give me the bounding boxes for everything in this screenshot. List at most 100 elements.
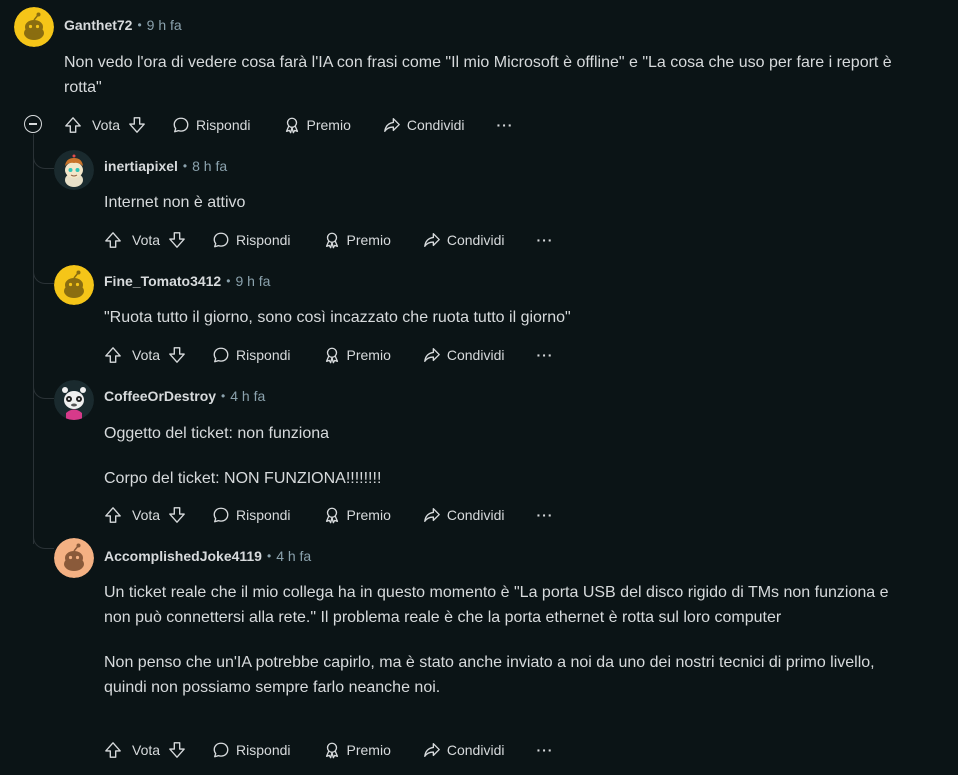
avatar[interactable] [54,380,94,420]
downvote-button[interactable] [168,346,186,364]
author-name[interactable]: AccomplishedJoke4119 [104,548,262,564]
award-label: Premio [346,507,391,523]
share-button[interactable]: Condividi [423,346,504,364]
meta-separator: • [221,389,226,403]
comment-paragraph: Un ticket reale che il mio collega ha in… [104,584,889,626]
more-options-button[interactable]: ··· [496,117,513,133]
comment-body: Un ticket reale che il mio collega ha in… [104,580,919,700]
share-icon [424,743,440,757]
snoo-avatar-icon [14,7,54,47]
award-icon [325,742,338,759]
reply-button[interactable]: Rispondi [212,506,291,524]
author-name[interactable]: inertiapixel [104,158,178,174]
more-options-button[interactable]: ··· [536,507,553,523]
reply-icon [173,117,189,133]
reply-button[interactable]: Rispondi [172,116,251,134]
more-options-icon: ··· [496,117,514,133]
comment-actions: Vota Rispondi Premio Condividi ··· [64,113,513,137]
upvote-icon [105,232,121,248]
thread-connector [33,265,54,284]
more-options-button[interactable]: ··· [536,347,553,363]
timestamp[interactable]: 4 h fa [230,388,265,404]
comment-meta: Fine_Tomato3412 • 9 h fa [104,273,270,289]
upvote-button[interactable] [104,506,122,524]
share-button[interactable]: Condividi [383,116,464,134]
vote-label: Vota [132,232,161,248]
award-icon [325,507,338,524]
award-button[interactable]: Premio [323,741,391,759]
avatar[interactable] [54,538,94,578]
meta-separator: • [226,274,231,288]
award-button[interactable]: Premio [323,231,391,249]
more-options-button[interactable]: ··· [536,742,553,758]
upvote-button[interactable] [104,231,122,249]
reply-button[interactable]: Rispondi [212,231,291,249]
snoo-avatar-icon [54,265,94,305]
timestamp[interactable]: 4 h fa [276,548,311,564]
avatar[interactable] [14,7,54,47]
share-button[interactable]: Condividi [423,506,505,524]
thread-connector [33,150,54,169]
comment-thread: Ganthet72 • 9 h fa Non vedo l'ora di ved… [0,0,958,775]
downvote-button[interactable] [168,231,186,249]
timestamp[interactable]: 9 h fa [235,273,270,289]
avatar[interactable] [54,150,94,190]
comment-paragraph: "Ruota tutto il giorno, sono così incazz… [104,309,571,326]
more-options-icon: ··· [536,232,554,248]
downvote-icon [169,232,185,248]
reply-button[interactable]: Rispondi [212,741,291,759]
thread-line [33,134,34,544]
collapse-thread-button[interactable] [24,115,42,133]
vote-label: Vota [132,742,161,758]
award-button[interactable]: Premio [323,346,391,364]
downvote-button[interactable] [168,741,186,759]
avatar[interactable] [54,265,94,305]
author-name[interactable]: Fine_Tomato3412 [104,273,221,289]
upvote-button[interactable] [104,346,122,364]
reply-icon [213,232,229,248]
share-label: Condividi [446,507,505,523]
upvote-button[interactable] [104,741,122,759]
more-options-icon: ··· [536,742,554,758]
vote-label: Vota [132,347,161,363]
upvote-icon [105,742,121,758]
snoo-avatar-icon [54,538,94,578]
downvote-button[interactable] [168,506,186,524]
upvote-icon [105,507,121,523]
reply-icon [213,507,229,523]
reply-button[interactable]: Rispondi [212,346,291,364]
upvote-icon [105,347,121,363]
downvote-icon [169,507,185,523]
author-name[interactable]: CoffeeOrDestroy [104,388,216,404]
award-label: Premio [346,347,391,363]
award-icon [325,347,338,364]
award-button[interactable]: Premio [323,506,391,524]
comment-paragraph: Internet non è attivo [104,194,246,211]
comment-actions: Vota Rispondi Premio Condividi ··· [104,343,553,367]
upvote-button[interactable] [64,116,82,134]
comment-body: Internet non è attivo [104,190,934,215]
meta-separator: • [137,18,142,32]
comment-meta: Ganthet72 • 9 h fa [64,17,182,33]
reply-icon [213,742,229,758]
share-button[interactable]: Condividi [423,741,505,759]
award-label: Premio [346,742,391,758]
award-icon [325,232,338,249]
reply-label: Rispondi [236,232,291,248]
comment-actions: Vota Rispondi Premio Condividi ··· [104,738,553,762]
author-name[interactable]: Ganthet72 [64,17,132,33]
timestamp[interactable]: 9 h fa [147,17,182,33]
comment-paragraph: Non vedo l'ora di vedere cosa farà l'IA … [64,54,892,96]
downvote-button[interactable] [128,116,146,134]
more-options-button[interactable]: ··· [536,232,553,248]
reply-label: Rispondi [236,347,291,363]
share-label: Condividi [446,742,505,758]
award-icon [285,117,298,134]
award-button[interactable]: Premio [283,116,351,134]
comment-paragraph: Oggetto del ticket: non funziona [104,425,330,442]
comment-actions: Vota Rispondi Premio Condividi ··· [104,228,553,252]
share-button[interactable]: Condividi [423,231,504,249]
timestamp[interactable]: 8 h fa [192,158,227,174]
reply-label: Rispondi [236,507,291,523]
more-options-icon: ··· [536,347,554,363]
